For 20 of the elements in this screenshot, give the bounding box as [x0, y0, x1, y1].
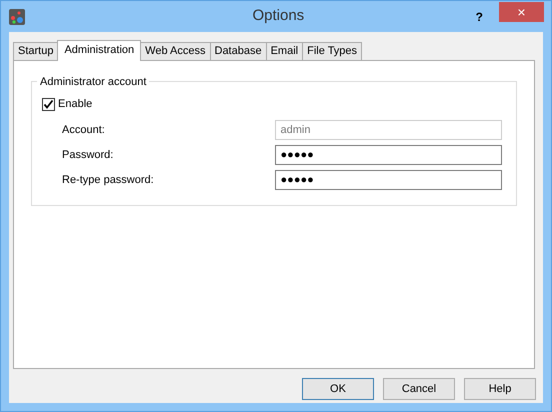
input-field[interactable]: ●●●●● — [274, 170, 502, 190]
tab[interactable]: Email — [266, 42, 304, 60]
cancel-button[interactable]: Cancel — [383, 378, 455, 400]
tab[interactable]: Startup — [13, 42, 58, 60]
app-icon — [9, 8, 25, 24]
field-label: Re-type password: — [62, 172, 155, 188]
tab[interactable]: Administration — [57, 40, 142, 61]
enable-checkbox[interactable] — [42, 98, 55, 111]
input-field[interactable]: ●●●●● — [274, 145, 502, 165]
field-label: Account: — [62, 122, 106, 138]
tab[interactable]: Database — [210, 42, 267, 60]
field-label: Password: — [62, 148, 114, 163]
ok-button[interactable]: OK — [302, 378, 374, 400]
close-button[interactable]: × — [498, 2, 544, 22]
tab[interactable]: File Types — [302, 42, 362, 60]
window-title: Options — [251, 6, 304, 26]
help-button[interactable]: Help — [464, 378, 536, 400]
enable-label: Enable — [58, 97, 92, 112]
tab[interactable]: Web Access — [140, 42, 210, 60]
help-button[interactable]: ? — [472, 8, 487, 26]
